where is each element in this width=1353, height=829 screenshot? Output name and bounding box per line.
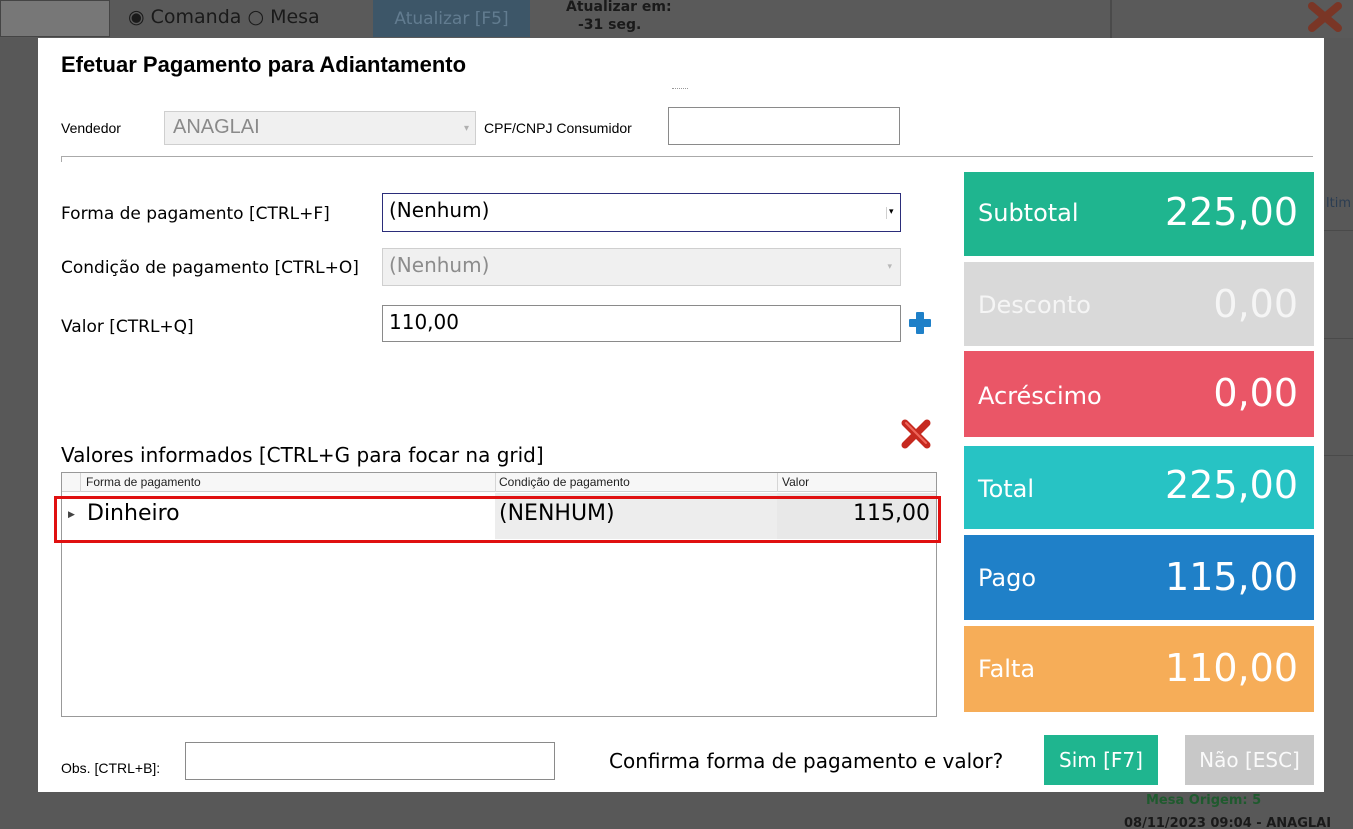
background-divider	[1110, 0, 1112, 38]
forma-label: Forma de pagamento [CTRL+F]	[61, 204, 330, 224]
background-close-icon	[1308, 2, 1342, 32]
chevron-down-icon: ▾	[886, 207, 894, 219]
section-separator	[61, 156, 1313, 162]
background-update-timer: Atualizar em: -31 seg.	[566, 0, 672, 34]
vendedor-value: ANAGLAI	[173, 116, 260, 138]
radio-mesa: ○ Mesa	[247, 6, 320, 28]
payment-dialog: Efetuar Pagamento para Adiantamento Vend…	[38, 38, 1324, 792]
subtotal-value: 225,00	[1165, 190, 1298, 234]
column-separator	[80, 473, 81, 492]
grid-header: Forma de pagamento Condição de pagamento…	[62, 473, 936, 492]
confirm-no-button[interactable]: Não [ESC]	[1185, 735, 1314, 785]
cpf-input[interactable]	[668, 107, 900, 145]
condicao-value: (Nenhum)	[389, 253, 490, 277]
dialog-title: Efetuar Pagamento para Adiantamento	[61, 52, 467, 77]
background-radio-group: ◉ Comanda ○ Mesa	[128, 6, 320, 28]
remove-payment-x-icon[interactable]	[900, 418, 932, 450]
forma-pagamento-select[interactable]: (Nenhum) ▾	[382, 193, 901, 232]
condicao-label: Condição de pagamento [CTRL+O]	[61, 258, 359, 278]
obs-input[interactable]	[185, 742, 555, 780]
valor-label: Valor [CTRL+Q]	[61, 317, 194, 337]
chevron-down-icon: ▾	[887, 262, 892, 272]
update-in-value: -31 seg.	[578, 17, 642, 33]
background-divider	[1324, 455, 1353, 456]
column-header-valor[interactable]: Valor	[782, 475, 809, 492]
background-refresh-button: Atualizar [F5]	[373, 0, 530, 37]
confirm-question: Confirma forma de pagamento e valor?	[609, 749, 1004, 773]
falta-label: Falta	[978, 655, 1036, 683]
column-separator	[777, 473, 778, 492]
pago-tile: Pago 115,00	[964, 535, 1314, 620]
background-date: 08/11/2023 09:04 - ANAGLAI	[1124, 816, 1332, 829]
resize-grip[interactable]	[672, 88, 688, 89]
background-side-label: ltim	[1326, 196, 1351, 211]
falta-tile: Falta 110,00	[964, 626, 1314, 712]
row-highlight-box	[54, 496, 941, 543]
condicao-pagamento-select[interactable]: (Nenhum) ▾	[382, 248, 901, 286]
subtotal-tile: Subtotal 225,00	[964, 172, 1314, 256]
falta-value: 110,00	[1165, 646, 1298, 690]
subtotal-label: Subtotal	[978, 199, 1079, 227]
background-divider	[1324, 338, 1353, 339]
background-divider	[1324, 230, 1353, 231]
update-in-label: Atualizar em:	[566, 0, 672, 15]
cpf-label: CPF/CNPJ Consumidor	[484, 120, 632, 136]
pago-value: 115,00	[1165, 555, 1298, 599]
acrescimo-value: 0,00	[1213, 371, 1298, 415]
column-separator	[495, 473, 496, 492]
desconto-tile: Desconto 0,00	[964, 262, 1314, 346]
column-header-condicao[interactable]: Condição de pagamento	[499, 475, 630, 492]
add-payment-plus-icon[interactable]	[907, 310, 933, 336]
background-mesa-origem: Mesa Origem: 5	[1146, 793, 1262, 808]
desconto-label: Desconto	[978, 291, 1091, 319]
total-label: Total	[978, 475, 1035, 503]
acrescimo-tile: Acréscimo 0,00	[964, 351, 1314, 437]
column-header-forma[interactable]: Forma de pagamento	[86, 475, 201, 492]
total-value: 225,00	[1165, 463, 1298, 507]
radio-comanda: ◉ Comanda	[128, 6, 242, 28]
acrescimo-label: Acréscimo	[978, 382, 1102, 410]
valor-input[interactable]: 110,00	[382, 305, 901, 342]
obs-label: Obs. [CTRL+B]:	[61, 760, 161, 776]
grid-title: Valores informados [CTRL+G para focar na…	[61, 443, 544, 467]
pago-label: Pago	[978, 564, 1037, 592]
forma-value: (Nenhum)	[389, 198, 490, 222]
desconto-value: 0,00	[1213, 282, 1298, 326]
confirm-yes-button[interactable]: Sim [F7]	[1044, 735, 1158, 785]
vendedor-select[interactable]: ANAGLAI ▾	[164, 111, 476, 145]
background-search-input	[0, 0, 110, 37]
vendedor-label: Vendedor	[61, 120, 121, 136]
total-tile: Total 225,00	[964, 446, 1314, 529]
chevron-down-icon: ▾	[463, 123, 469, 134]
